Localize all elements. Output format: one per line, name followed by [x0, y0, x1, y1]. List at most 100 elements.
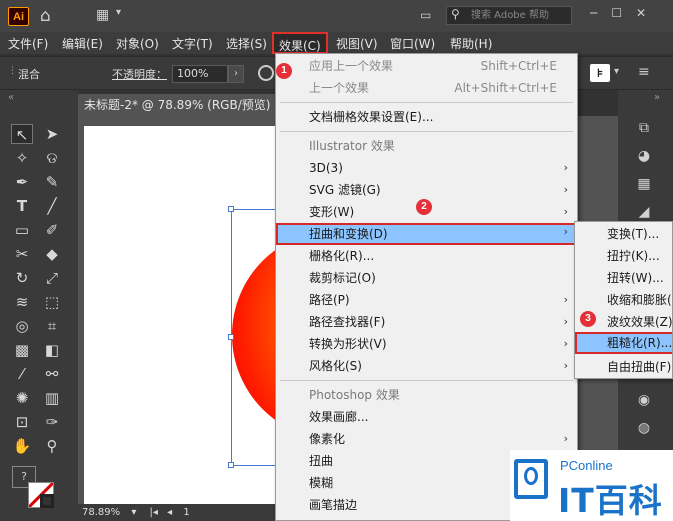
submenu-arrow-icon: › [563, 315, 568, 328]
maximize-icon[interactable]: ☐ [611, 6, 622, 20]
home-icon[interactable]: ⌂ [40, 6, 51, 26]
panel-icon[interactable]: ▭ [420, 8, 431, 22]
curvature-tool-icon[interactable]: ✎ [41, 172, 63, 192]
artboard-tool-icon[interactable]: ⊡ [11, 412, 33, 432]
graph-tool-icon[interactable]: ▥ [41, 388, 63, 408]
chevron-down-icon[interactable]: ▾ [614, 66, 619, 77]
perspective-grid-icon[interactable]: ⌗ [41, 316, 63, 336]
chevron-down-icon[interactable]: ▾ [116, 7, 121, 18]
menu-select[interactable]: 选择(S) [226, 35, 267, 52]
scale-tool-icon[interactable]: ⤢ [41, 268, 63, 288]
menu-edit[interactable]: 编辑(E) [62, 35, 103, 52]
menu-crop-marks[interactable]: 裁剪标记(O) [276, 267, 577, 289]
menu-help[interactable]: 帮助(H) [450, 35, 492, 52]
shaper-tool-icon[interactable]: ✂ [11, 244, 33, 264]
submenu-arrow-icon: › [563, 205, 568, 218]
menu-effect[interactable]: 效果(C) [272, 32, 328, 54]
close-icon[interactable]: ✕ [636, 6, 646, 20]
menu-view[interactable]: 视图(V) [336, 35, 378, 52]
menu-pixelate[interactable]: 像素化 › [276, 428, 577, 450]
free-transform-icon[interactable]: ⬚ [41, 292, 63, 312]
gradient-tool-icon[interactable]: ◧ [41, 340, 63, 360]
hand-tool-icon[interactable]: ✋ [11, 436, 33, 456]
menu-stylize[interactable]: 风格化(S) › [276, 355, 577, 377]
eyedropper-icon[interactable]: ⁄ [11, 364, 33, 384]
menu-separator [280, 380, 573, 381]
resize-handle[interactable] [228, 462, 234, 468]
submenu-free-distort[interactable]: 自由扭曲(F)... [575, 356, 672, 378]
swatches-panel-icon[interactable]: ▦ [633, 174, 655, 194]
zoom-dropdown-icon[interactable]: ▾ [131, 507, 136, 518]
lasso-icon[interactable]: ଡ [41, 148, 63, 168]
opacity-input[interactable]: 100% [172, 65, 228, 83]
menu-distort-transform[interactable]: 扭曲和变换(D) › [276, 223, 577, 245]
menu-icon[interactable]: ≡ [638, 64, 650, 80]
blend-tool-icon[interactable]: ⚯ [41, 364, 63, 384]
submenu-twist[interactable]: 扭拧(K)... [575, 245, 672, 267]
collapse-icon[interactable]: « [8, 92, 14, 103]
zoom-level[interactable]: 78.89% [82, 507, 120, 518]
first-page-icon[interactable]: |◂ [150, 507, 158, 518]
opacity-label[interactable]: 不透明度： [112, 66, 167, 82]
menu-apply-last-effect[interactable]: 应用上一个效果 Shift+Ctrl+E [276, 55, 577, 77]
grip-icon: ⋮ [8, 66, 17, 76]
workspace-icon[interactable]: ▦ [96, 7, 109, 23]
menu-convert-to-shape[interactable]: 转换为形状(V) › [276, 333, 577, 355]
transform-panel-icon[interactable]: ⧉ [633, 118, 655, 138]
rectangle-tool-icon[interactable]: ▭ [11, 220, 33, 240]
menu-svg-filters[interactable]: SVG 滤镜(G) › [276, 179, 577, 201]
submenu-transform[interactable]: 变换(T)... [575, 223, 672, 245]
search-input[interactable]: 搜索 Adobe 帮助 [446, 6, 572, 25]
submenu-pucker-bloat[interactable]: 收缩和膨胀(P)... [575, 289, 672, 311]
brushes-panel-icon[interactable]: ◢ [633, 202, 655, 222]
menu-3d[interactable]: 3D(3) › [276, 157, 577, 179]
submenu-twirl[interactable]: 扭转(W)... [575, 267, 672, 289]
selection-tool-icon[interactable]: ↖ [11, 124, 33, 144]
paintbrush-icon[interactable]: ✐ [41, 220, 63, 240]
type-tool-icon[interactable]: T [11, 196, 33, 216]
slice-tool-icon[interactable]: ✑ [41, 412, 63, 432]
menu-item-label: 扭曲 [309, 454, 334, 468]
zoom-tool-icon[interactable]: ⚲ [41, 436, 63, 456]
page-number[interactable]: 1 [183, 507, 189, 518]
recolor-icon[interactable] [258, 65, 274, 81]
resize-handle[interactable] [228, 334, 234, 340]
window-controls: ─ ☐ ✕ [590, 6, 646, 20]
shortcut-label: Shift+Ctrl+E [480, 59, 557, 73]
eraser-icon[interactable]: ◆ [41, 244, 63, 264]
menu-raster-settings[interactable]: 文档栅格效果设置(E)... [276, 106, 577, 128]
stroke-swatch[interactable] [40, 494, 54, 508]
pen-tool-icon[interactable]: ✒ [11, 172, 33, 192]
rotate-tool-icon[interactable]: ↻ [11, 268, 33, 288]
color-panel-icon[interactable]: ◕ [633, 146, 655, 166]
menu-item-label: 上一个效果 [309, 81, 370, 95]
magic-wand-icon[interactable]: ✧ [11, 148, 33, 168]
chevron-right-icon[interactable]: › [228, 65, 244, 83]
watermark-logo-icon [514, 459, 548, 499]
resize-handle[interactable] [228, 206, 234, 212]
menu-item-label: 路径(P) [309, 293, 350, 307]
submenu-roughen[interactable]: 粗糙化(R)... [575, 332, 672, 354]
menu-window[interactable]: 窗口(W) [390, 35, 435, 52]
symbol-sprayer-icon[interactable]: ✺ [11, 388, 33, 408]
align-icon[interactable]: ⊧ [590, 64, 610, 82]
width-tool-icon[interactable]: ≋ [11, 292, 33, 312]
direct-selection-tool-icon[interactable]: ➤ [41, 124, 63, 144]
menu-type[interactable]: 文字(T) [172, 35, 213, 52]
menu-rasterize[interactable]: 栅格化(R)... [276, 245, 577, 267]
line-tool-icon[interactable]: ╱ [41, 196, 63, 216]
menu-last-effect[interactable]: 上一个效果 Alt+Shift+Ctrl+E [276, 77, 577, 99]
minimize-icon[interactable]: ─ [590, 6, 597, 20]
appearance-panel-icon[interactable]: ◉ [633, 390, 655, 410]
mesh-tool-icon[interactable]: ▩ [11, 340, 33, 360]
menu-effect-gallery[interactable]: 效果画廊... [276, 406, 577, 428]
menu-pathfinder[interactable]: 路径查找器(F) › [276, 311, 577, 333]
collapse-icon[interactable]: » [654, 92, 660, 103]
shape-builder-icon[interactable]: ◎ [11, 316, 33, 336]
document-tab[interactable]: 未标题-2* @ 78.89% (RGB/预览) [78, 94, 288, 116]
prev-page-icon[interactable]: ◂ [167, 507, 172, 518]
layers-panel-icon[interactable]: ◍ [633, 418, 655, 438]
menu-path[interactable]: 路径(P) › [276, 289, 577, 311]
menu-object[interactable]: 对象(O) [116, 35, 159, 52]
menu-file[interactable]: 文件(F) [8, 35, 48, 52]
